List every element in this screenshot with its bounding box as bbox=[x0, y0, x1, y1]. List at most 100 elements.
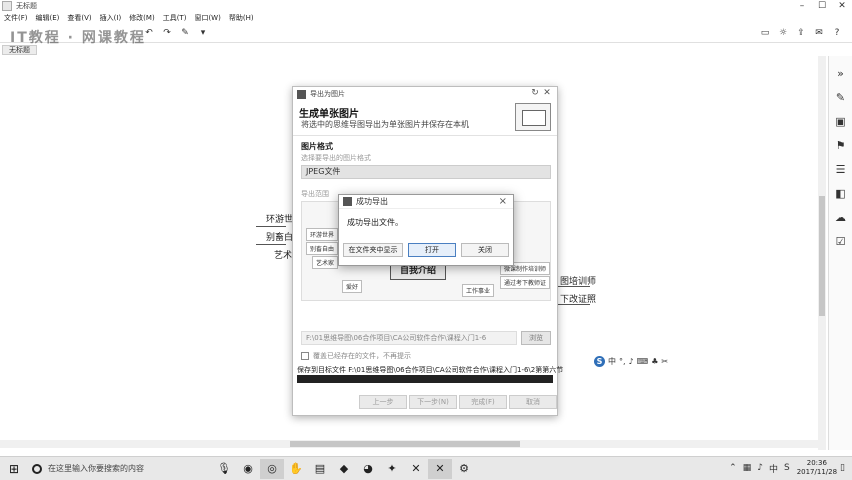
minimize-button[interactable]: – bbox=[792, 0, 812, 12]
help-icon[interactable]: ? bbox=[830, 26, 844, 40]
finish-button[interactable]: 完成(F) bbox=[459, 395, 507, 409]
menu-tools[interactable]: 工具(T) bbox=[159, 13, 191, 23]
browse-button[interactable]: 浏览 bbox=[521, 331, 551, 345]
redo-icon[interactable]: ↷ bbox=[160, 26, 174, 40]
browser-icon[interactable]: ◉ bbox=[236, 459, 260, 479]
task-icon[interactable]: ☑ bbox=[834, 234, 848, 248]
collapse-icon[interactable]: » bbox=[834, 66, 848, 80]
close-button[interactable]: 关闭 bbox=[461, 243, 509, 257]
ime-indicator[interactable]: 中 bbox=[769, 462, 778, 475]
sogou-tray-icon[interactable]: S bbox=[784, 463, 790, 473]
clock-time: 20:36 bbox=[806, 459, 827, 467]
microphone-icon[interactable]: ♪ bbox=[629, 357, 634, 366]
app-titlebar: 无标题 – ☐ ✕ bbox=[0, 0, 852, 12]
vertical-scrollbar[interactable] bbox=[818, 56, 826, 450]
export-dialog-title: 导出为图片 bbox=[310, 90, 345, 98]
present-icon[interactable]: ▭ bbox=[758, 26, 772, 40]
clock-date: 2017/11/28 bbox=[796, 468, 838, 476]
close-button[interactable]: ✕ bbox=[832, 0, 852, 12]
keyboard-icon[interactable]: ⌨ bbox=[637, 357, 649, 366]
punctuation-icon[interactable]: °, bbox=[619, 357, 626, 366]
divider bbox=[293, 135, 557, 136]
format-select[interactable]: JPEG文件 bbox=[301, 165, 551, 179]
success-dialog-titlebar: 成功导出 bbox=[339, 195, 513, 209]
taskbar-search[interactable]: 在这里输入你要搜索的内容 bbox=[32, 459, 208, 479]
floating-ime-toolbar: S 中 °, ♪ ⌨ ♣ ✂ bbox=[594, 356, 672, 367]
notification-icon[interactable]: ▯ bbox=[840, 463, 845, 473]
tools-icon[interactable]: ✂ bbox=[661, 357, 668, 366]
vertical-scroll-thumb[interactable] bbox=[819, 196, 825, 316]
chat-icon[interactable]: ☁ bbox=[834, 210, 848, 224]
toolbar-right: ▭ ☼ ⇪ ✉ ? bbox=[756, 26, 846, 40]
media-icon[interactable]: ◆ bbox=[332, 459, 356, 479]
next-button[interactable]: 下一步(N) bbox=[409, 395, 457, 409]
app-icon[interactable]: ◎ bbox=[260, 458, 284, 479]
search-placeholder: 在这里输入你要搜索的内容 bbox=[48, 464, 144, 473]
flag-icon[interactable]: ⚑ bbox=[834, 138, 848, 152]
settings-icon[interactable]: ⚙ bbox=[452, 459, 476, 479]
format-painter-icon[interactable]: ✎ bbox=[178, 26, 192, 40]
menu-file[interactable]: 文件(F) bbox=[0, 13, 32, 23]
success-dialog-title: 成功导出 bbox=[356, 197, 388, 206]
connector-line bbox=[556, 286, 590, 287]
xmind-icon[interactable]: ✕ bbox=[404, 459, 428, 479]
microphone-icon[interactable]: 🎙 bbox=[212, 459, 236, 479]
document-tab[interactable]: 无标题 bbox=[2, 45, 37, 55]
horizontal-scroll-thumb[interactable] bbox=[290, 441, 520, 447]
skin-icon[interactable]: ♣ bbox=[651, 357, 658, 366]
menu-edit[interactable]: 编辑(E) bbox=[32, 13, 64, 23]
connector-line bbox=[256, 244, 286, 245]
overwrite-checkbox[interactable] bbox=[301, 352, 309, 360]
brush-icon[interactable]: ✎ bbox=[834, 90, 848, 104]
preview-node: 工作事业 bbox=[462, 284, 495, 297]
folder-icon[interactable]: ▤ bbox=[308, 459, 332, 479]
connector-line bbox=[256, 226, 286, 227]
export-dialog-titlebar: 导出为图片 bbox=[293, 87, 557, 101]
app-title: 无标题 bbox=[16, 2, 37, 10]
horizontal-scrollbar[interactable] bbox=[0, 440, 818, 448]
windows-start-icon[interactable]: ⊞ bbox=[4, 459, 24, 479]
save-path-field[interactable]: F:\01思维导图\06合作项目\CA公司软件合作\课程入门1-6 bbox=[301, 331, 517, 345]
preview-node: 别畜自由 bbox=[306, 242, 339, 255]
preview-node: 通过考下教师证 bbox=[500, 276, 551, 289]
success-message: 成功导出文件。 bbox=[347, 218, 403, 227]
main-toolbar: IT教程 · 网课教程 ↶ ↷ ✎ ▾ ▭ ☼ ⇪ ✉ ? bbox=[0, 23, 852, 46]
clock[interactable]: 20:36 2017/11/28 bbox=[797, 459, 837, 477]
open-button[interactable]: 打开 bbox=[408, 243, 456, 257]
style-icon[interactable]: ◧ bbox=[834, 186, 848, 200]
menu-view[interactable]: 查看(V) bbox=[63, 13, 95, 23]
feedback-icon[interactable]: ✉ bbox=[812, 26, 826, 40]
prev-button[interactable]: 上一步 bbox=[359, 395, 407, 409]
menu-modify[interactable]: 修改(M) bbox=[125, 13, 159, 23]
show-in-folder-button[interactable]: 在文件夹中显示 bbox=[343, 243, 403, 257]
toolbar-watermark: IT教程 · 网课教程 bbox=[10, 30, 146, 46]
refresh-icon[interactable]: ↻ bbox=[529, 88, 541, 98]
dropdown-icon[interactable]: ▾ bbox=[196, 26, 210, 40]
share-icon[interactable]: ⇪ bbox=[794, 26, 808, 40]
lightbulb-icon[interactable]: ☼ bbox=[776, 26, 790, 40]
network-icon[interactable]: ▦ bbox=[743, 463, 752, 473]
app-logo-icon bbox=[2, 1, 12, 11]
progress-fill bbox=[297, 375, 553, 383]
ime-chinese-icon[interactable]: 中 bbox=[608, 356, 616, 367]
panda-icon[interactable]: ◕ bbox=[356, 459, 380, 479]
xmind-active-icon[interactable]: ✕ bbox=[428, 458, 452, 479]
dialog-close-icon[interactable]: ✕ bbox=[541, 88, 553, 98]
overwrite-option[interactable]: 覆盖已经存在的文件，不再提示 bbox=[301, 351, 411, 361]
sogou-logo-icon[interactable]: S bbox=[594, 356, 605, 367]
export-success-dialog: 成功导出 × 成功导出文件。 在文件夹中显示 打开 关闭 bbox=[338, 194, 514, 266]
tool-icon[interactable]: ✦ bbox=[380, 459, 404, 479]
menu-window[interactable]: 窗口(W) bbox=[190, 13, 224, 23]
hand-icon[interactable]: ✋ bbox=[284, 459, 308, 479]
taskbar-apps: 🎙 ◉ ◎ ✋ ▤ ◆ ◕ ✦ ✕ ✕ ⚙ bbox=[212, 458, 476, 479]
menu-help[interactable]: 帮助(H) bbox=[225, 13, 258, 23]
close-icon[interactable]: × bbox=[499, 196, 507, 207]
outline-icon[interactable]: ☰ bbox=[834, 162, 848, 176]
cancel-button[interactable]: 取消 bbox=[509, 395, 557, 409]
maximize-button[interactable]: ☐ bbox=[812, 0, 832, 12]
volume-icon[interactable]: ♪ bbox=[757, 463, 763, 473]
success-dialog-buttons: 在文件夹中显示 打开 关闭 bbox=[343, 243, 509, 257]
menu-insert[interactable]: 插入(I) bbox=[96, 13, 126, 23]
image-icon[interactable]: ▣ bbox=[834, 114, 848, 128]
chevron-up-icon[interactable]: ⌃ bbox=[729, 463, 737, 473]
